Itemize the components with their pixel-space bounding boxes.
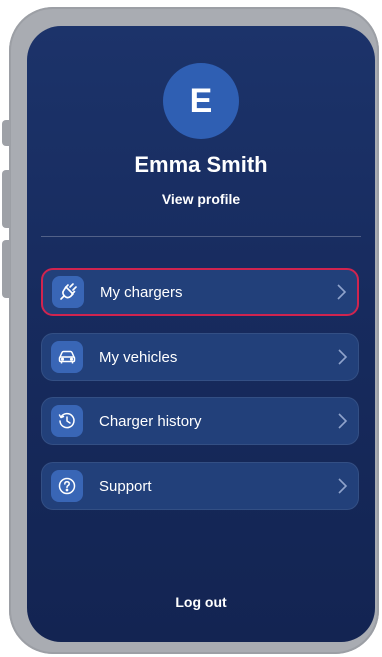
menu-item-label: Charger history — [99, 412, 202, 430]
history-icon — [51, 405, 83, 437]
chevron-right-icon — [338, 413, 348, 429]
logout-button[interactable]: Log out — [27, 594, 375, 610]
plug-icon — [52, 276, 84, 308]
chevron-right-icon — [338, 349, 348, 365]
phone-side-button — [2, 120, 10, 146]
phone-side-button — [2, 240, 10, 298]
app-screen: E Emma Smith View profile My chargers My… — [27, 26, 375, 642]
menu-item-label: Support — [99, 477, 152, 495]
menu-item-support[interactable]: Support — [41, 462, 359, 510]
menu-item-my-chargers[interactable]: My chargers — [41, 268, 359, 316]
menu-item-my-vehicles[interactable]: My vehicles — [41, 333, 359, 381]
phone-side-button — [2, 170, 10, 228]
user-name: Emma Smith — [134, 152, 268, 177]
menu-item-label: My chargers — [100, 283, 183, 301]
chevron-right-icon — [337, 284, 347, 300]
chevron-right-icon — [338, 478, 348, 494]
car-icon — [51, 341, 83, 373]
menu-item-label: My vehicles — [99, 348, 178, 366]
divider — [41, 236, 361, 237]
help-icon — [51, 470, 83, 502]
menu-item-charger-history[interactable]: Charger history — [41, 397, 359, 445]
avatar[interactable]: E — [163, 63, 239, 139]
view-profile-link[interactable]: View profile — [27, 191, 375, 207]
